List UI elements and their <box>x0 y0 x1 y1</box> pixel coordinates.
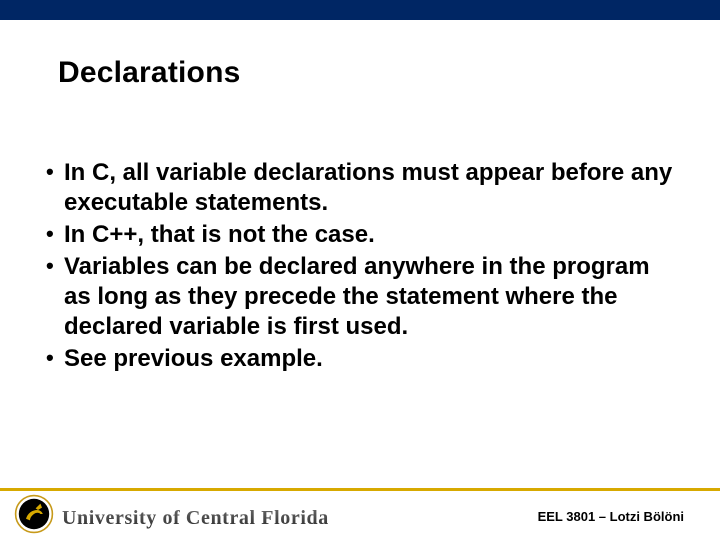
slide-body: In C, all variable declarations must app… <box>42 158 682 376</box>
bullet-item: Variables can be declared anywhere in th… <box>42 252 682 342</box>
bullet-item: In C++, that is not the case. <box>42 220 682 250</box>
footer-divider <box>0 488 720 491</box>
slide-title: Declarations <box>58 56 240 90</box>
footer: University of Central Florida EEL 3801 –… <box>0 488 720 540</box>
university-name: University of Central Florida <box>62 507 329 529</box>
ucf-pegasus-icon <box>14 494 54 534</box>
bullet-item: See previous example. <box>42 344 682 374</box>
ucf-wordmark: University of Central Florida <box>62 502 402 532</box>
top-brand-bar <box>0 0 720 20</box>
bullet-item: In C, all variable declarations must app… <box>42 158 682 218</box>
course-footer-text: EEL 3801 – Lotzi Bölöni <box>538 509 684 524</box>
